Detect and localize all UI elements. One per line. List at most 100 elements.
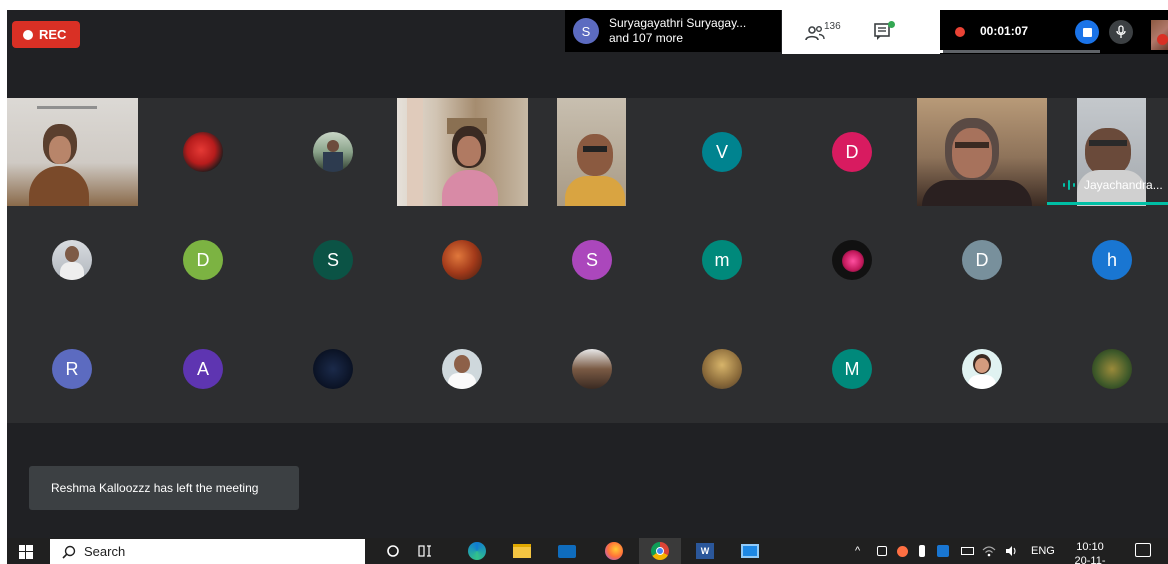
avatar-tile-12[interactable]: S (268, 206, 398, 314)
photos-app[interactable] (740, 541, 760, 561)
cortana-button[interactable] (383, 541, 403, 561)
avatar-a: A (183, 349, 223, 389)
avatar-r: R (52, 349, 92, 389)
man-avatar (313, 132, 353, 172)
recording-badge: REC (12, 21, 80, 48)
taskbar-search[interactable] (50, 539, 365, 564)
photo-avatar (442, 240, 482, 280)
avatar-d: D (183, 240, 223, 280)
clock-time: 10:10 (1076, 541, 1104, 553)
avatar-tile-7[interactable]: D (787, 98, 917, 206)
video-tile-5[interactable] (557, 98, 626, 206)
usb-icon[interactable] (919, 545, 925, 557)
participants-count: 136 (824, 21, 841, 32)
stop-recording-button[interactable] (1075, 20, 1099, 44)
notification-center-icon[interactable] (1135, 543, 1151, 557)
chrome-app[interactable] (639, 538, 681, 564)
battery-icon[interactable] (961, 547, 974, 555)
input-language[interactable]: ENG (1031, 545, 1055, 557)
edge-app[interactable] (467, 541, 487, 561)
photo-avatar (1092, 349, 1132, 389)
avatar-tile-14[interactable]: S (527, 206, 657, 314)
speaker-name: Jayachandra... (1084, 178, 1163, 192)
edge-icon (468, 542, 486, 560)
avatar-tile-13[interactable] (397, 206, 527, 314)
presenter-avatar: S (573, 18, 599, 44)
presenter-more: and 107 more (609, 31, 684, 45)
heart-avatar (832, 240, 872, 280)
avatar-tile-19[interactable]: R (7, 315, 137, 423)
avatar-tile-18[interactable]: h (1047, 206, 1168, 314)
mic-button[interactable] (1109, 20, 1133, 44)
photos-icon (741, 544, 759, 558)
recording-badge-label: REC (39, 27, 67, 42)
avatar-tile-6[interactable]: V (657, 98, 787, 206)
avatar-tile-24[interactable] (657, 315, 787, 423)
participants-button[interactable]: 136 (805, 21, 853, 44)
chrome-icon (651, 542, 669, 560)
meet-present-icon[interactable] (877, 546, 887, 556)
recording-progress (940, 50, 1100, 53)
avatar-s: S (313, 240, 353, 280)
self-view-thumbnail (1151, 20, 1168, 50)
avatar-tile-22[interactable] (397, 315, 527, 423)
task-view-button[interactable] (415, 541, 435, 561)
avatar-tile-25[interactable]: M (787, 315, 917, 423)
recording-dot-icon (955, 27, 965, 37)
wifi-icon[interactable] (982, 545, 996, 560)
mail-icon (558, 544, 576, 558)
firefox-icon (605, 542, 623, 560)
chat-unread-dot (888, 21, 895, 28)
task-view-icon (418, 545, 431, 557)
avatar-d: D (962, 240, 1002, 280)
avatar-tile-16[interactable] (787, 206, 917, 314)
avatar-s: S (572, 240, 612, 280)
video-tile-8[interactable] (917, 98, 1047, 206)
active-speaker-label: Jayachandra... (1062, 178, 1163, 192)
people-icon (805, 26, 825, 41)
recording-timer: 00:01:07 (980, 24, 1029, 38)
avatar-tile-2[interactable] (138, 98, 268, 206)
avatar-tile-23[interactable] (527, 315, 657, 423)
folder-icon (513, 544, 531, 558)
tray-overflow-icon[interactable]: ^ (855, 545, 860, 557)
firefox-app[interactable] (604, 541, 624, 561)
avatar-tile-10[interactable] (7, 206, 137, 314)
avatar-tile-17[interactable]: D (917, 206, 1047, 314)
search-input[interactable] (84, 544, 334, 559)
presenter-name: Suryagayathri Suryagay... (609, 16, 747, 30)
word-icon: W (696, 543, 714, 559)
man-avatar (52, 240, 92, 280)
boy-avatar (442, 349, 482, 389)
avatar-tile-11[interactable]: D (138, 206, 268, 314)
presenter-chip[interactable]: S Suryagayathri Suryagay... and 107 more (565, 10, 781, 52)
speaker-icon (1006, 546, 1016, 556)
avatar-tile-20[interactable]: A (138, 315, 268, 423)
recording-bar: 00:01:07 (940, 10, 1168, 54)
security-icon[interactable] (937, 545, 949, 557)
file-explorer-app[interactable] (512, 541, 532, 561)
chat-button[interactable] (873, 21, 895, 43)
avatar-tile-27[interactable] (1047, 315, 1168, 423)
avatar-d: D (832, 132, 872, 172)
mail-app[interactable] (557, 541, 577, 561)
clock-date: 20-11-2020 (1074, 555, 1106, 564)
avatar-tile-26[interactable] (917, 315, 1047, 423)
start-button[interactable] (19, 545, 33, 559)
avatar-tile-15[interactable]: m (657, 206, 787, 314)
video-tile-4[interactable] (397, 98, 528, 206)
recording-progress-fill (940, 50, 944, 53)
tray-app-icon[interactable] (897, 546, 908, 557)
stop-icon (1082, 27, 1092, 37)
video-tile-1[interactable] (7, 98, 138, 206)
avatar-v: V (702, 132, 742, 172)
avatar-tile-21[interactable] (268, 315, 398, 423)
avatar-tile-3[interactable] (268, 98, 398, 206)
system-clock[interactable]: 10:10 20-11-2020 (1069, 540, 1111, 564)
volume-icon[interactable] (1005, 545, 1019, 560)
wifi-icon-glyph (982, 546, 996, 557)
record-dot-icon (23, 29, 33, 40)
photo-avatar (702, 349, 742, 389)
word-app[interactable]: W (695, 541, 715, 561)
mic-off-badge (1157, 34, 1168, 45)
